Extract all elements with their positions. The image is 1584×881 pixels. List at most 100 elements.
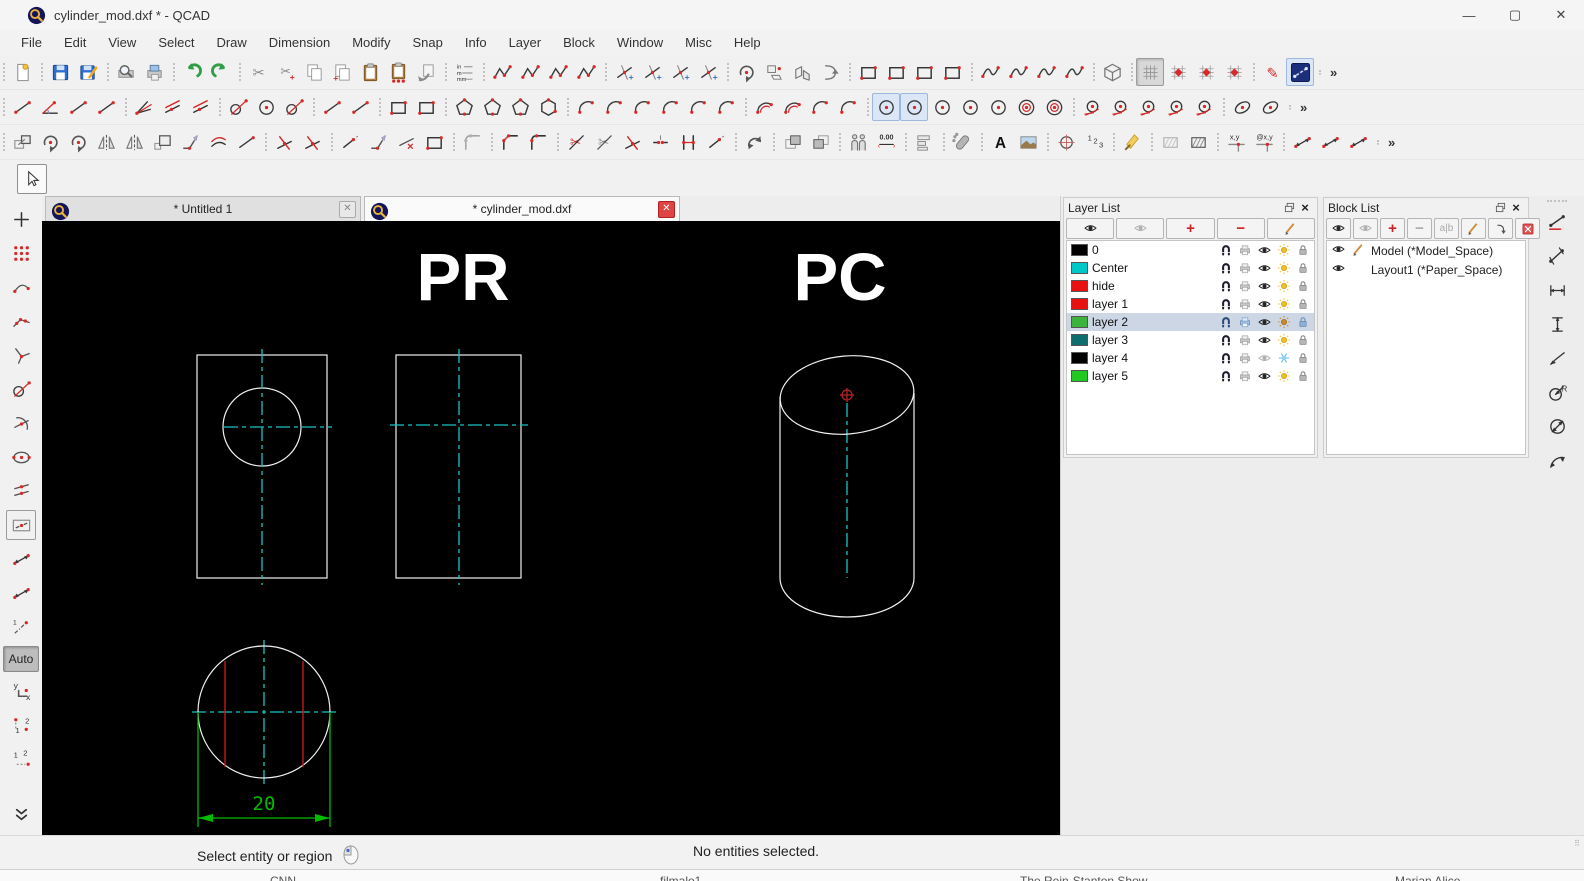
layer-lock-icon[interactable] [1296,351,1310,366]
grid-show-icon-button[interactable] [1136,58,1164,86]
mirror-icon-button[interactable] [92,128,120,156]
line-parallel-icon-button[interactable] [186,93,214,121]
layer-print-icon[interactable] [1238,351,1252,366]
hide-all-blocks-button[interactable] [1353,218,1378,239]
remove-layer-button[interactable]: − [1217,218,1265,239]
circle-tangent-line-point-icon-button[interactable] [1162,93,1190,121]
arc-tangent-icon-button[interactable] [806,93,834,121]
file-save-as-icon-button[interactable] [74,58,102,86]
grid-isometric-left-icon-button[interactable] [1192,58,1220,86]
layer-snap-magnet-icon[interactable] [1219,279,1233,294]
snap-endpoints-icon-button[interactable] [6,272,36,302]
layer-print-icon[interactable] [1238,261,1252,276]
layer-frozen-icon[interactable] [1277,369,1291,384]
viewport-add-icon-button[interactable] [854,58,882,86]
isometric-cube-icon-button[interactable] [1098,58,1126,86]
snap-perpendicular-icon-button[interactable] [6,340,36,370]
bevel-icon-button[interactable] [496,128,524,156]
arc-2-points-height-icon-button[interactable] [712,93,740,121]
menu-window[interactable]: Window [606,32,674,53]
snap-grid-icon-button[interactable] [6,238,36,268]
menu-file[interactable]: File [10,32,53,53]
layer-row-Center[interactable]: Center [1067,259,1314,277]
spline-node-delete-icon-button[interactable] [1060,58,1088,86]
trim-icon-button[interactable] [270,128,298,156]
snap-relative-21-icon-button[interactable]: 12 [6,744,36,774]
polyline-append-icon-button[interactable] [488,58,516,86]
text-icon-button[interactable]: A [986,128,1014,156]
layer-row-0[interactable]: 0 [1067,241,1314,259]
cut-manual-icon-button[interactable]: ✂ [590,128,618,156]
dim-radial-icon-button[interactable]: R [1541,376,1573,408]
grid-isometric-right-icon-button[interactable] [1220,58,1248,86]
rotate-icon-button[interactable] [36,128,64,156]
close-button[interactable]: ✕ [1538,0,1584,30]
layer-lock-icon[interactable] [1296,243,1310,258]
layer-visibility-eye-icon[interactable] [1257,279,1272,294]
print-file-icon-button[interactable] [140,58,168,86]
layer-lock-icon[interactable] [1296,261,1310,276]
snap-distance-icon-button[interactable] [6,544,36,574]
order-to-front-icon-button[interactable] [778,128,806,156]
arc-3-points-icon-button[interactable] [600,93,628,121]
line-tangent-circles-icon-button[interactable] [252,93,280,121]
drawing-unit-icon-button[interactable]: inmmm [450,58,478,86]
layer-visibility-eye-icon[interactable] [1257,333,1272,348]
align-icon-button[interactable] [910,128,938,156]
node-append-icon-button[interactable]: + [638,58,666,86]
menu-select[interactable]: Select [147,32,205,53]
clip-to-rectangle-icon-button[interactable] [420,128,448,156]
minimize-button[interactable]: — [1446,0,1492,30]
coordinate-xy-icon-button[interactable]: x,y [1222,128,1250,156]
polyline-simplify-icon-button[interactable] [572,58,600,86]
arc-2-points-length-icon-button[interactable] [684,93,712,121]
arc-angle-icon-button[interactable] [628,93,656,121]
move-rotate-icon-button[interactable] [64,128,92,156]
menu-draw[interactable]: Draw [205,32,257,53]
document-tab-2[interactable]: * cylinder_mod.dxf✕ [364,196,680,221]
layer-row-hide[interactable]: hide [1067,277,1314,295]
menu-edit[interactable]: Edit [53,32,97,53]
line-horizontal-icon-button[interactable] [64,93,92,121]
snap-free-icon-button[interactable] [6,204,36,234]
dim-aligned-icon-button[interactable] [1541,206,1573,238]
layer-list-float-button[interactable] [1281,201,1297,215]
screen-linetypes-icon-button[interactable] [1286,58,1314,86]
node-insert-icon-button[interactable]: + [610,58,638,86]
rectangle-size-icon-button[interactable] [412,93,440,121]
edit-layer-button[interactable] [1267,218,1315,239]
snap-polar-icon-button[interactable]: 1 [6,612,36,642]
arc-tangent-radius-icon-button[interactable] [834,93,862,121]
offset-icon-button[interactable] [204,128,232,156]
layer-row-layer-5[interactable]: layer 5 [1067,367,1314,385]
cut-with-reference-icon-button[interactable]: ✂+ [272,58,300,86]
circle-concentric-distance-icon-button[interactable] [1040,93,1068,121]
line-vertical-icon-button[interactable] [92,93,120,121]
layer-frozen-icon[interactable] [1277,351,1291,366]
line-orthogonal-icon-button[interactable] [318,93,346,121]
circle-concentric-icon-button[interactable] [1012,93,1040,121]
arc-concentric-distance-icon-button[interactable] [778,93,806,121]
trim-intersection-icon-button[interactable] [618,128,646,156]
polygon-2-corners-icon-button[interactable] [506,93,534,121]
line-parallel-through-point-icon-button[interactable] [158,93,186,121]
dim-vertical-icon-button[interactable] [1541,308,1573,340]
layer-print-icon[interactable] [1238,315,1252,330]
layer-row-layer-3[interactable]: layer 3 [1067,331,1314,349]
dim-diametric-icon-button[interactable] [1541,410,1573,442]
layer-snap-magnet-icon[interactable] [1219,297,1233,312]
circle-3-points-icon-button[interactable] [984,93,1012,121]
snap-middle-icon-button[interactable] [6,476,36,506]
layer-row-layer-4[interactable]: layer 4 [1067,349,1314,367]
toolbar-overflow-button[interactable]: » [1326,65,1341,80]
hide-all-layers-button[interactable] [1116,218,1164,239]
flip-horizontal-icon-button[interactable] [120,128,148,156]
menu-layer[interactable]: Layer [498,32,553,53]
copy-properties-icon-button[interactable] [844,128,872,156]
menu-info[interactable]: Info [454,32,498,53]
edit-block-button[interactable] [1461,218,1486,239]
snap-distance-manual-icon-button[interactable] [6,578,36,608]
spray-icon-button[interactable] [948,128,976,156]
morph-shape-icon-button[interactable] [788,58,816,86]
snap-restrict-orthogonal-icon-button[interactable] [6,510,36,540]
